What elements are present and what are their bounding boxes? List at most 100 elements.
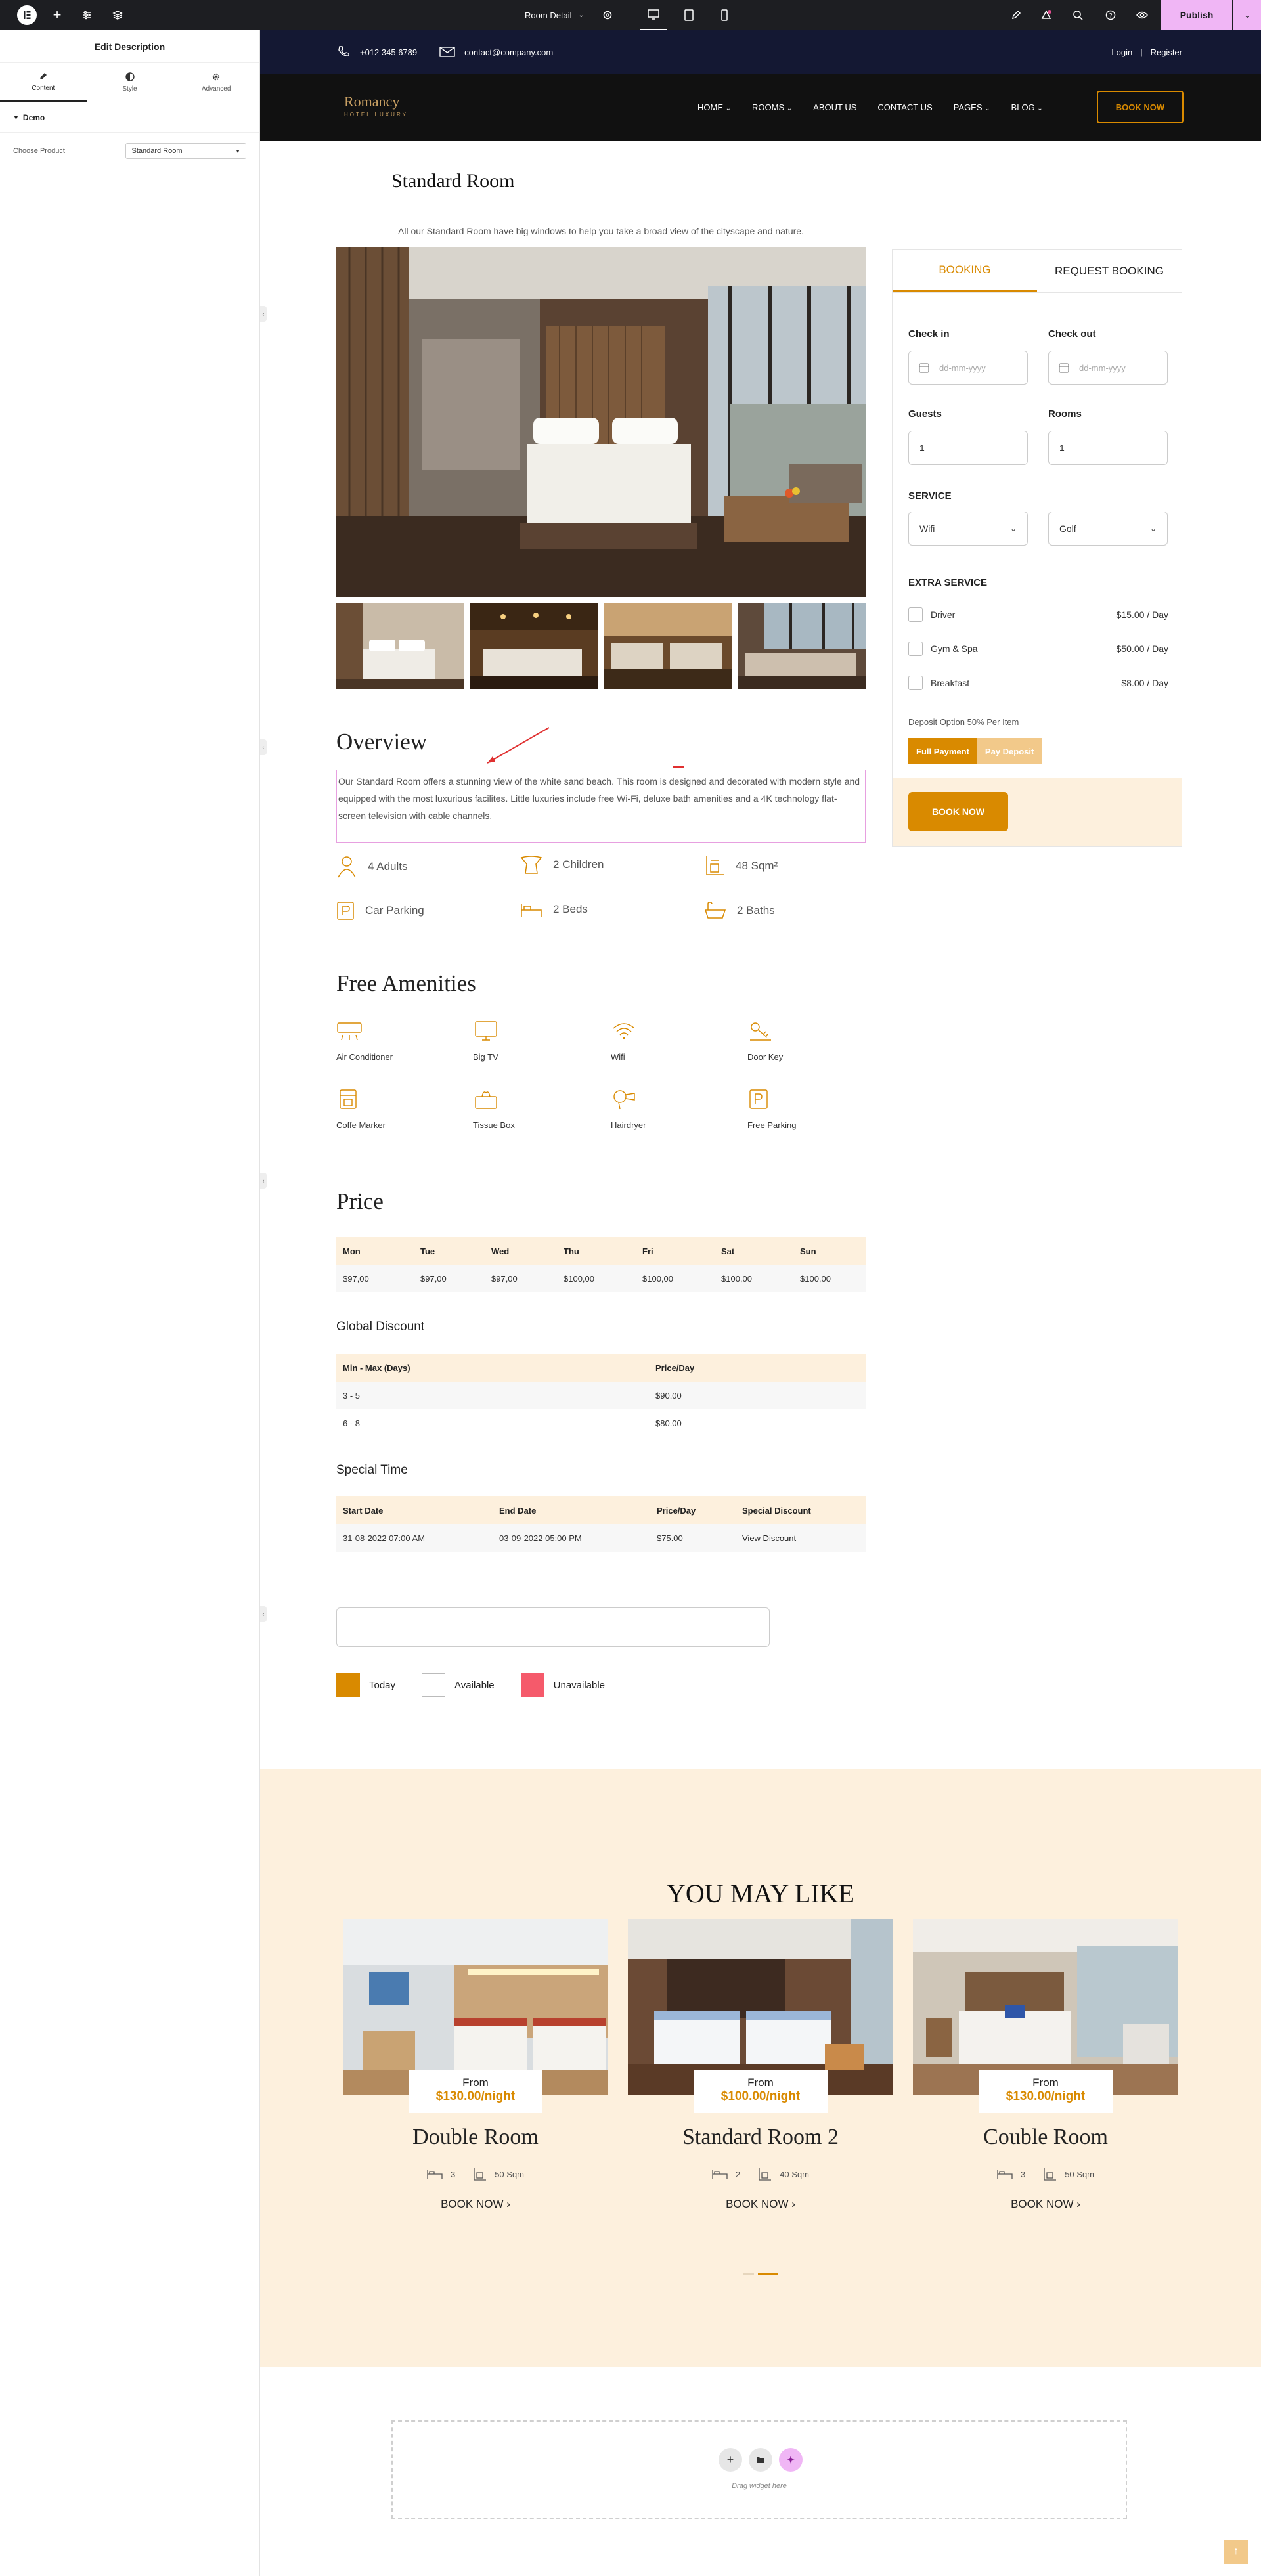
nav-contact[interactable]: CONTACT US — [877, 102, 932, 112]
page-selector-label: Room Detail — [525, 10, 572, 20]
page-settings-icon[interactable] — [598, 0, 617, 30]
thumbnail-image[interactable] — [738, 603, 866, 689]
ai-sparkle-icon[interactable] — [779, 2448, 803, 2472]
check-in-input[interactable]: dd-mm-yyyy — [908, 351, 1028, 385]
carousel-dot[interactable] — [743, 2273, 754, 2275]
preview-eye-icon[interactable] — [1132, 0, 1152, 30]
rooms-input[interactable]: 1 — [1048, 431, 1168, 465]
room-card-title[interactable]: Double Room — [343, 2125, 608, 2150]
room-card-image[interactable] — [343, 1919, 608, 2095]
help-icon[interactable]: ? — [1101, 0, 1120, 30]
nav-blog[interactable]: BLOG ⌄ — [1011, 102, 1043, 112]
extra-service-row: Driver $15.00 / Day — [908, 607, 1168, 622]
room-card-title[interactable]: Standard Room 2 — [628, 2125, 893, 2150]
nav-rooms[interactable]: ROOMS ⌄ — [752, 102, 792, 112]
payment-toggle: Full Payment Pay Deposit — [908, 738, 1042, 764]
calendar-icon — [919, 363, 929, 373]
extra-driver-checkbox[interactable] — [908, 607, 923, 622]
panel-collapse-handle[interactable]: ‹ — [260, 1173, 267, 1189]
room-card-image[interactable] — [628, 1919, 893, 2095]
tablet-view-icon[interactable] — [675, 0, 703, 30]
full-payment-button[interactable]: Full Payment — [908, 738, 977, 764]
service-select-1[interactable]: Wifi ⌄ — [908, 512, 1028, 546]
layers-icon[interactable] — [108, 0, 127, 30]
availability-calendar[interactable] — [336, 1607, 770, 1647]
overview-description-widget[interactable]: Our Standard Room offers a stunning view… — [336, 770, 866, 843]
room-card-book-link[interactable]: BOOK NOW › — [913, 2198, 1178, 2211]
elementor-logo-icon[interactable] — [12, 0, 42, 30]
scroll-to-top-icon[interactable]: ↑ — [1224, 2540, 1248, 2564]
tab-style[interactable]: Style — [87, 63, 173, 102]
service-select-2[interactable]: Golf ⌄ — [1048, 512, 1168, 546]
pencil-icon — [39, 73, 47, 79]
carousel-dot-active[interactable] — [758, 2273, 778, 2275]
panel-collapse-handle[interactable]: ‹ — [260, 1606, 267, 1622]
legend-available-swatch — [422, 1673, 446, 1697]
pay-deposit-button[interactable]: Pay Deposit — [977, 738, 1042, 764]
template-folder-icon[interactable] — [749, 2448, 772, 2472]
room-main-photo[interactable] — [336, 247, 866, 597]
room-card-book-link[interactable]: BOOK NOW › — [343, 2198, 608, 2211]
site-logo[interactable]: Romancy HOTEL LUXURY — [344, 95, 408, 118]
panel-collapse-handle[interactable]: ‹ — [260, 739, 267, 755]
feature-size-label: 48 Sqm² — [736, 860, 778, 872]
phone-number[interactable]: +012 345 6789 — [360, 47, 417, 57]
widget-drop-zone[interactable]: + Drag widget here — [391, 2420, 1127, 2519]
tab-booking[interactable]: BOOKING — [893, 250, 1037, 292]
tab-content[interactable]: Content — [0, 63, 87, 102]
thumbnail-image[interactable] — [604, 603, 732, 689]
room-card-meta: 3 50 Sqm — [913, 2167, 1178, 2181]
page-selector[interactable]: Room Detail ⌄ — [515, 0, 594, 30]
choose-product-select[interactable]: Standard Room ▼ — [125, 143, 246, 159]
tab-request-booking[interactable]: REQUEST BOOKING — [1037, 250, 1182, 292]
email-address[interactable]: contact@company.com — [464, 47, 553, 57]
panel-collapse-handle[interactable]: ‹ — [260, 306, 267, 322]
room-card-image[interactable] — [913, 1919, 1178, 2095]
check-out-input[interactable]: dd-mm-yyyy — [1048, 351, 1168, 385]
table-header-cell: Sat — [721, 1246, 735, 1256]
nav-home[interactable]: HOME ⌄ — [697, 102, 731, 112]
publish-button[interactable]: Publish — [1161, 0, 1232, 30]
header-book-now-button[interactable]: BOOK NOW — [1097, 91, 1184, 123]
extra-gym-checkbox[interactable] — [908, 642, 923, 656]
deposit-option-text: Deposit Option 50% Per Item — [908, 717, 1019, 727]
login-link[interactable]: Login — [1111, 47, 1132, 57]
room-card[interactable] — [343, 1919, 608, 2208]
room-card-price: From $130.00/night — [409, 2070, 542, 2113]
feature-size: 48 Sqm² — [704, 855, 778, 877]
add-element-icon[interactable]: + — [47, 0, 67, 30]
half-circle-icon — [125, 72, 135, 81]
nav-pages[interactable]: PAGES ⌄ — [954, 102, 990, 112]
thumbnail-image[interactable] — [470, 603, 598, 689]
tab-advanced[interactable]: Advanced — [173, 63, 259, 102]
svg-text:?: ? — [1109, 12, 1113, 19]
caret-down-icon: ▼ — [13, 114, 19, 121]
parking-icon — [337, 902, 354, 920]
extra-service-label: EXTRA SERVICE — [908, 577, 988, 588]
edit-pen-icon[interactable] — [1006, 0, 1026, 30]
room-card-size: 50 Sqm — [495, 2169, 525, 2179]
booking-submit-button[interactable]: BOOK NOW — [908, 792, 1008, 831]
room-card-title[interactable]: Couble Room — [913, 2125, 1178, 2150]
search-icon[interactable] — [1068, 0, 1088, 30]
room-card[interactable] — [628, 1919, 893, 2208]
add-section-icon[interactable]: + — [719, 2448, 742, 2472]
thumbnail-image[interactable] — [336, 603, 464, 689]
mobile-view-icon[interactable] — [711, 0, 738, 30]
chevron-down-icon: ⌄ — [1149, 524, 1157, 533]
room-card-price: From $130.00/night — [979, 2070, 1113, 2113]
settings-sliders-icon[interactable] — [77, 0, 97, 30]
room-card[interactable] — [913, 1919, 1178, 2208]
table-header-cell: Sun — [800, 1246, 816, 1256]
nav-about[interactable]: ABOUT US — [813, 102, 856, 112]
guests-input[interactable]: 1 — [908, 431, 1028, 465]
table-cell: $90.00 — [655, 1390, 682, 1401]
publish-options-chevron-icon[interactable]: ⌄ — [1233, 0, 1261, 30]
room-card-book-link[interactable]: BOOK NOW › — [628, 2198, 893, 2211]
register-link[interactable]: Register — [1151, 47, 1182, 57]
desktop-view-icon[interactable] — [640, 0, 667, 30]
view-discount-link[interactable]: View Discount — [742, 1533, 796, 1543]
notifications-icon[interactable] — [1036, 0, 1056, 30]
section-toggle[interactable]: ▼ Demo — [0, 102, 259, 133]
extra-breakfast-checkbox[interactable] — [908, 676, 923, 690]
